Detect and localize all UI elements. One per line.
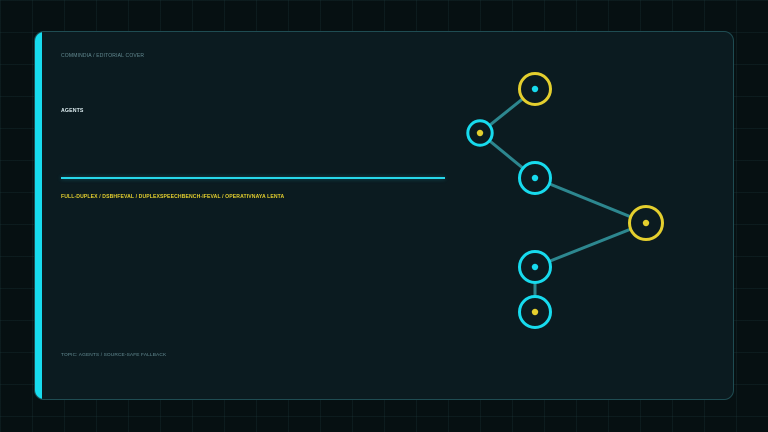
cover-headline: AGENTS	[61, 108, 84, 114]
cover-footer-note: TOPIC: AGENTS / SOURCE-SAFE FALLBACK	[61, 353, 167, 358]
editorial-cover-card: COMMINDIA / EDITORIAL COVER AGENTS FULL-…	[34, 31, 734, 400]
cover-stage: COMMINDIA / EDITORIAL COVER AGENTS FULL-…	[0, 0, 768, 432]
cover-kicker: COMMINDIA / EDITORIAL COVER	[61, 53, 145, 59]
cover-tags: FULL-DUPLEX / DSBHFEVAL / DUPLEXSPEECHBE…	[61, 194, 285, 200]
cover-accent-bar	[35, 32, 42, 399]
cover-divider	[61, 177, 445, 179]
